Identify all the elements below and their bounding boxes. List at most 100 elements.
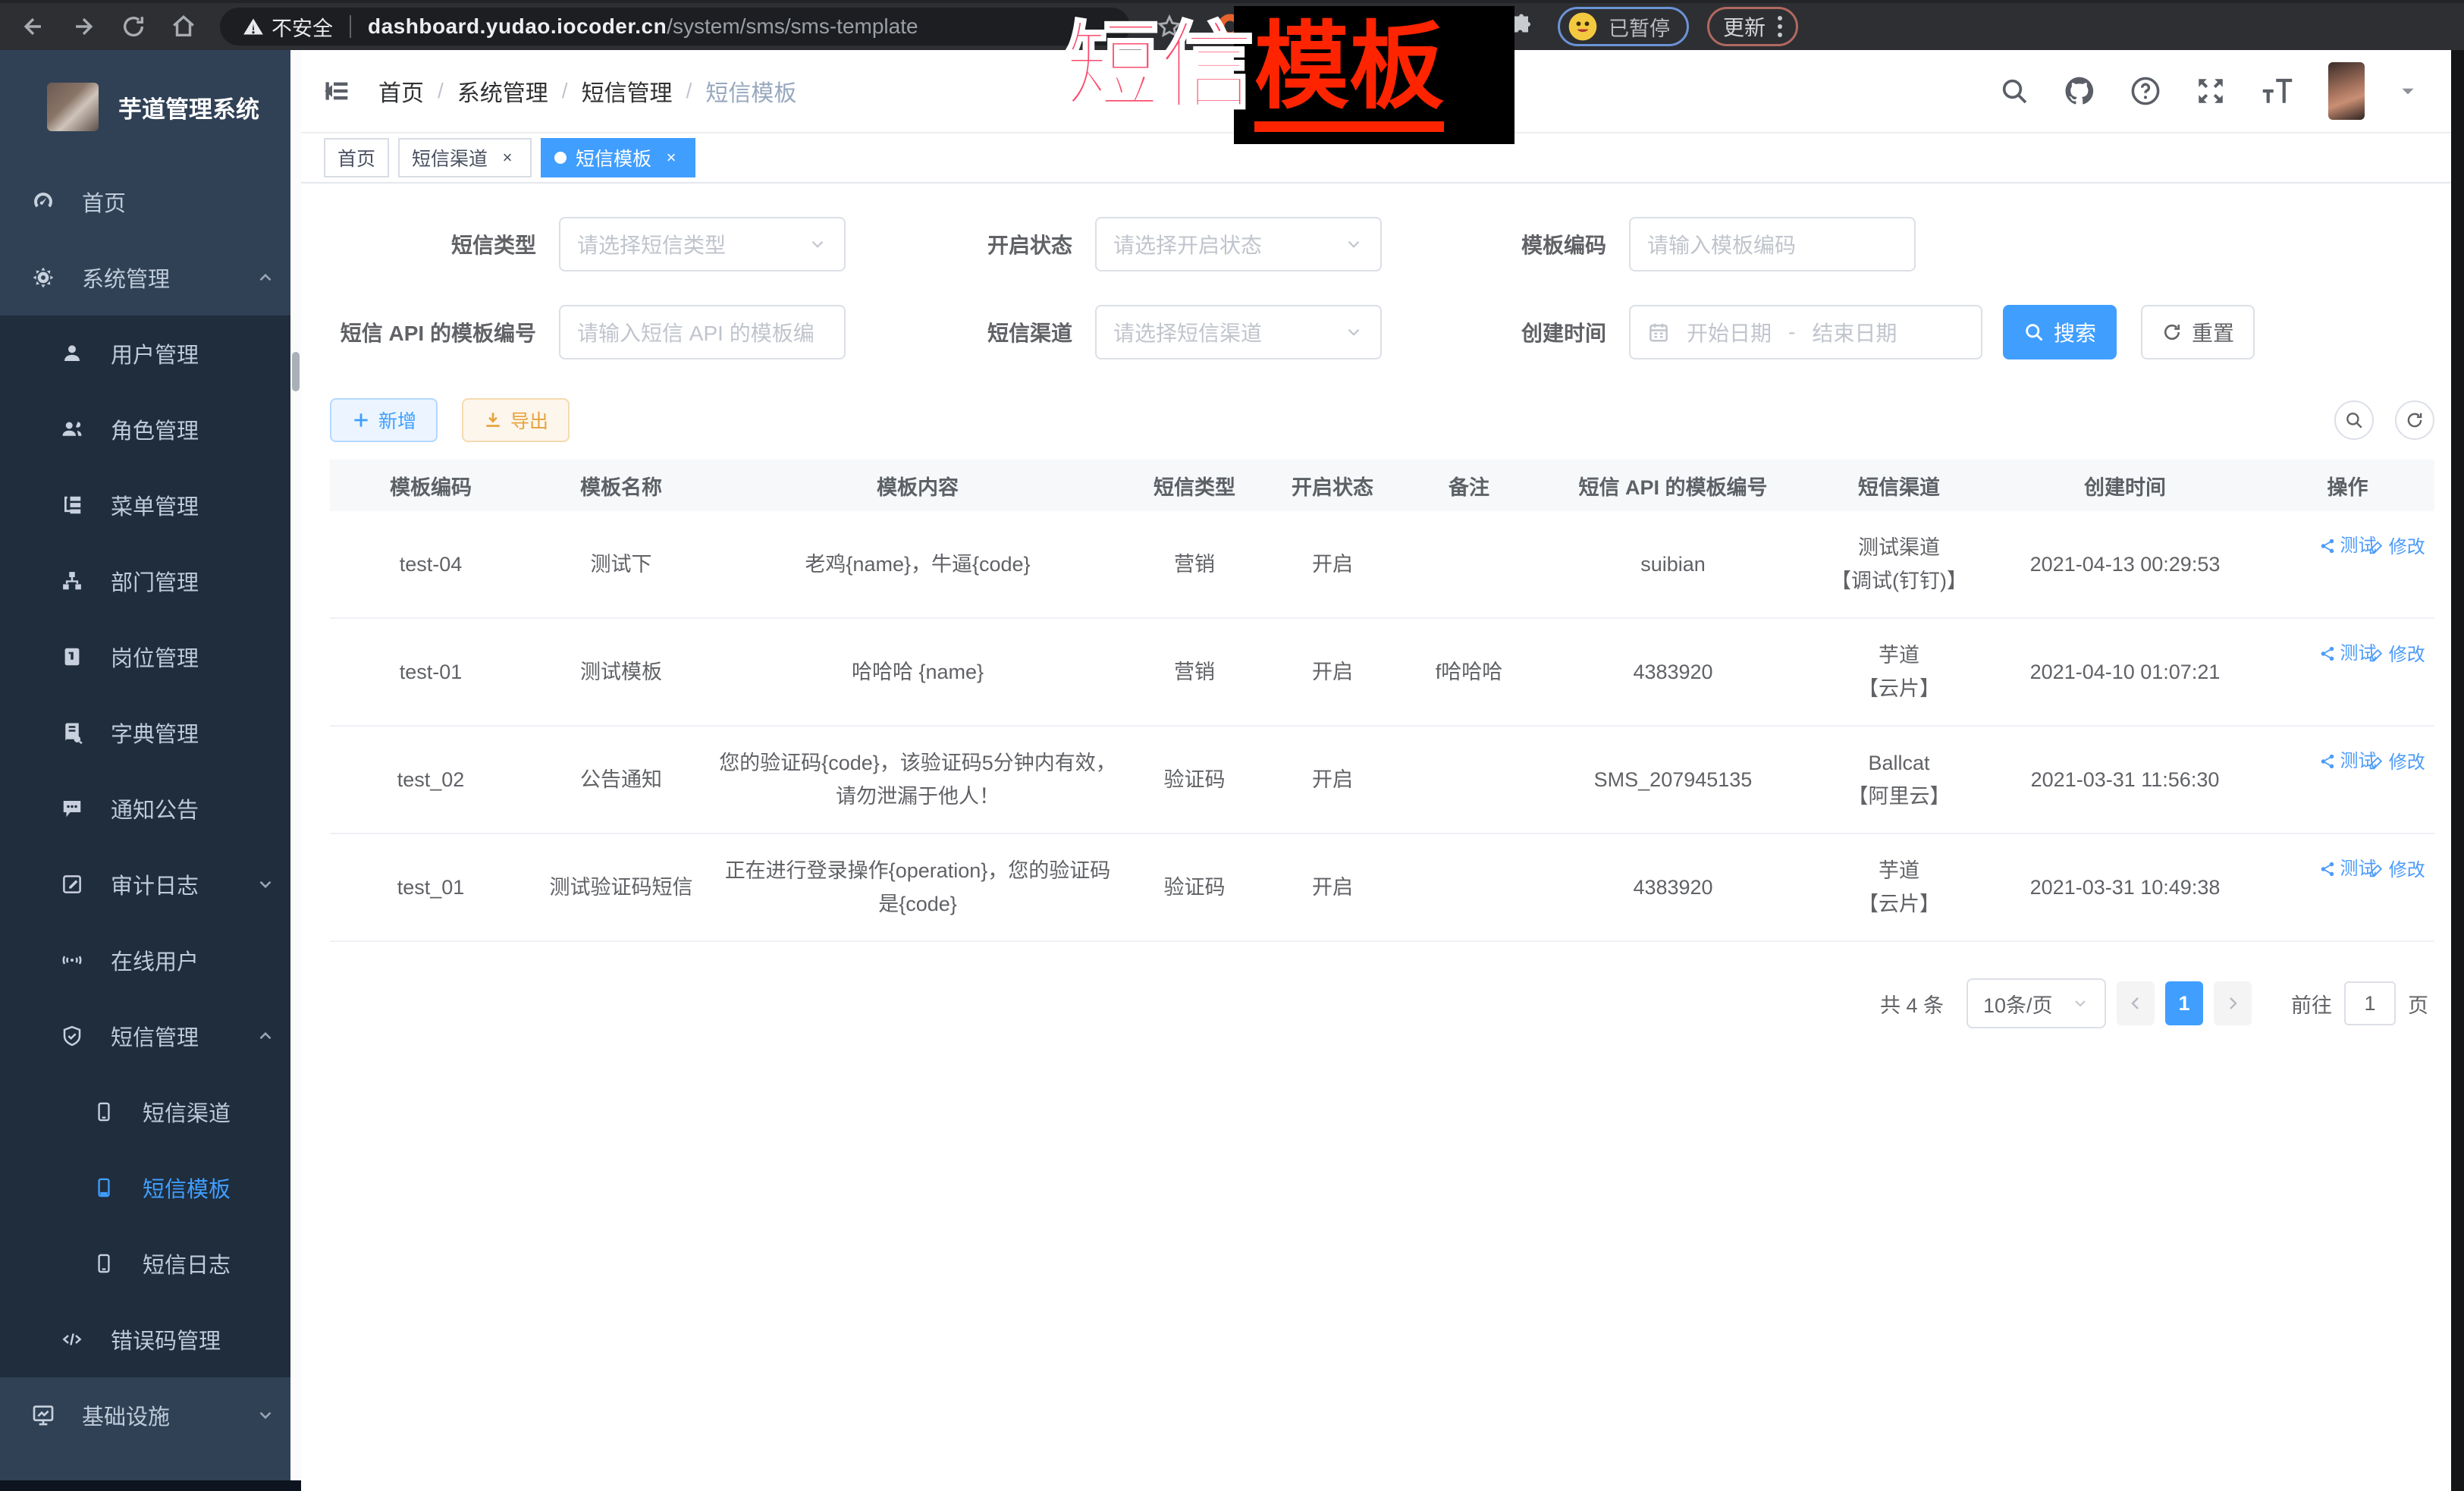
tag-label: 短信渠道: [412, 144, 488, 171]
tag-sms-template[interactable]: 短信模板: [541, 138, 695, 177]
caret-down-icon[interactable]: [2398, 81, 2418, 101]
show-search-icon-button[interactable]: [2334, 400, 2374, 440]
app-title: 芋道管理系统: [118, 90, 259, 124]
page-number-1[interactable]: 1: [2165, 981, 2203, 1025]
sidebar-item-sms-mgmt[interactable]: 短信管理: [0, 998, 301, 1074]
sidebar-item-label: 系统管理: [82, 262, 170, 293]
pagination: 共 4 条 10条/页 1 前往 页: [330, 978, 2434, 1028]
browser-update-button[interactable]: 更新: [1707, 7, 1798, 46]
sidebar-item-dept-mgmt[interactable]: 部门管理: [0, 543, 301, 619]
reload-icon[interactable]: [117, 10, 150, 43]
phone-icon: [91, 1177, 117, 1198]
annotation-text-red: 模板: [1254, 14, 1444, 132]
sidebar-item-audit-log[interactable]: 审计日志: [0, 846, 301, 922]
page-scrollbar[interactable]: [2451, 50, 2464, 1491]
sidebar-item-user-mgmt[interactable]: 用户管理: [0, 315, 301, 391]
main-area: 首页 系统管理 短信管理 短信模板 首页: [301, 50, 2451, 1491]
not-secure-warning[interactable]: 不安全: [243, 12, 333, 42]
prev-page-button[interactable]: [2117, 981, 2155, 1025]
sidebar-item-menu-mgmt[interactable]: 菜单管理: [0, 467, 301, 543]
breadcrumb-item[interactable]: 短信管理: [548, 74, 673, 108]
sidebar-item-home[interactable]: 首页: [0, 164, 301, 240]
app-logo-row[interactable]: 芋道管理系统: [0, 50, 301, 164]
sidebar-item-sms-channel[interactable]: 短信渠道: [0, 1074, 301, 1150]
avatar-image[interactable]: [2328, 62, 2365, 120]
sidebar-item-role-mgmt[interactable]: 角色管理: [0, 391, 301, 467]
edit-link[interactable]: 修改: [2368, 531, 2425, 564]
sidebar-item-post-mgmt[interactable]: 岗位管理: [0, 619, 301, 695]
close-icon[interactable]: [661, 147, 682, 168]
api-template-id-input[interactable]: 请输入短信 API 的模板编: [559, 305, 846, 359]
export-button[interactable]: 导出: [462, 398, 570, 442]
help-icon[interactable]: [2130, 75, 2161, 107]
edit-link[interactable]: 修改: [2368, 854, 2425, 887]
search-icon[interactable]: [1999, 76, 2029, 106]
tree-menu-icon: [59, 494, 85, 516]
reset-button[interactable]: 重置: [2141, 305, 2255, 359]
sms-type-label: 短信类型: [330, 229, 536, 259]
sidebar-item-dict-mgmt[interactable]: 字典管理: [0, 695, 301, 771]
tag-label: 首页: [337, 144, 375, 171]
sidebar-item-label: 错误码管理: [111, 1323, 221, 1355]
channel-select[interactable]: 请选择短信渠道: [1095, 305, 1382, 359]
sidebar-item-sms-template[interactable]: 短信模板: [0, 1150, 301, 1226]
edit-link[interactable]: 修改: [2368, 639, 2425, 672]
refresh-icon-button[interactable]: [2395, 400, 2434, 440]
table-header-row: 模板编码 模板名称 模板内容 短信类型 开启状态 备注 短信 API 的模板编号…: [330, 460, 2434, 511]
close-icon[interactable]: [497, 147, 518, 168]
home-icon[interactable]: [167, 10, 200, 43]
code-icon: [59, 1328, 85, 1351]
audit-log-icon: [59, 873, 85, 896]
calendar-icon: [1647, 321, 1670, 344]
font-size-icon[interactable]: [2260, 75, 2295, 107]
breadcrumb-item[interactable]: 首页: [378, 74, 424, 108]
url-path: /system/sms/sms-template: [667, 14, 918, 39]
goto-page-input[interactable]: [2344, 981, 2396, 1025]
profile-paused-pill[interactable]: 已暂停: [1558, 7, 1689, 46]
col-template-name: 模板名称: [532, 460, 711, 511]
page-size-select[interactable]: 10条/页: [1966, 978, 2106, 1028]
sidebar-item-system[interactable]: 系统管理: [0, 240, 301, 315]
logo-image: [47, 83, 99, 131]
sms-type-select[interactable]: 请选择短信类型: [559, 217, 846, 272]
sidebar-collapse-icon[interactable]: [322, 76, 353, 106]
sidebar-item-notice[interactable]: 通知公告: [0, 771, 301, 846]
address-bar[interactable]: 不安全 dashboard.yudao.iocoder.cn /system/s…: [220, 8, 1130, 46]
col-sms-type: 短信类型: [1125, 460, 1264, 511]
sms-template-table: 模板编码 模板名称 模板内容 短信类型 开启状态 备注 短信 API 的模板编号…: [330, 460, 2434, 942]
start-date-placeholder: 开始日期: [1687, 317, 1772, 347]
end-date-placeholder: 结束日期: [1812, 317, 1897, 347]
sidebar-item-infra[interactable]: 基础设施: [0, 1377, 301, 1453]
edit-link[interactable]: 修改: [2368, 746, 2425, 780]
browser-menu-icon[interactable]: [1778, 16, 1782, 37]
back-icon[interactable]: [17, 10, 50, 43]
chevron-up-icon: [256, 1026, 275, 1046]
sidebar-scrollbar[interactable]: [290, 50, 301, 1491]
tag-sms-channel[interactable]: 短信渠道: [398, 138, 532, 177]
update-label: 更新: [1723, 11, 1766, 42]
sidebar-item-label: 菜单管理: [111, 489, 199, 521]
tag-home[interactable]: 首页: [324, 138, 389, 177]
github-icon[interactable]: [2063, 74, 2096, 108]
forward-icon[interactable]: [67, 10, 100, 43]
breadcrumb-item[interactable]: 系统管理: [424, 74, 548, 108]
template-code-input[interactable]: 请输入模板编码: [1629, 217, 1916, 272]
sidebar-item-sms-log[interactable]: 短信日志: [0, 1226, 301, 1301]
create-time-range-picker[interactable]: 开始日期 - 结束日期: [1629, 305, 1982, 359]
search-button-label: 搜索: [2054, 317, 2096, 347]
sidebar-item-online-users[interactable]: 在线用户: [0, 922, 301, 998]
col-actions: 操作: [2261, 460, 2434, 511]
channel-label: 短信渠道: [959, 317, 1072, 347]
badge-icon: [59, 645, 85, 668]
col-status: 开启状态: [1264, 460, 1401, 511]
user-icon: [59, 342, 85, 365]
search-button[interactable]: 搜索: [2003, 305, 2117, 359]
col-template-code: 模板编码: [330, 460, 532, 511]
status-select[interactable]: 请选择开启状态: [1095, 217, 1382, 272]
fullscreen-icon[interactable]: [2195, 75, 2227, 107]
chevron-down-icon: [1344, 234, 1364, 254]
add-button[interactable]: 新增: [330, 398, 438, 442]
sidebar-item-errcode-mgmt[interactable]: 错误码管理: [0, 1301, 301, 1377]
next-page-button[interactable]: [2214, 981, 2252, 1025]
system-submenu: 用户管理 角色管理 菜单管理 部门管理 岗位管理 字典管理: [0, 315, 301, 1377]
